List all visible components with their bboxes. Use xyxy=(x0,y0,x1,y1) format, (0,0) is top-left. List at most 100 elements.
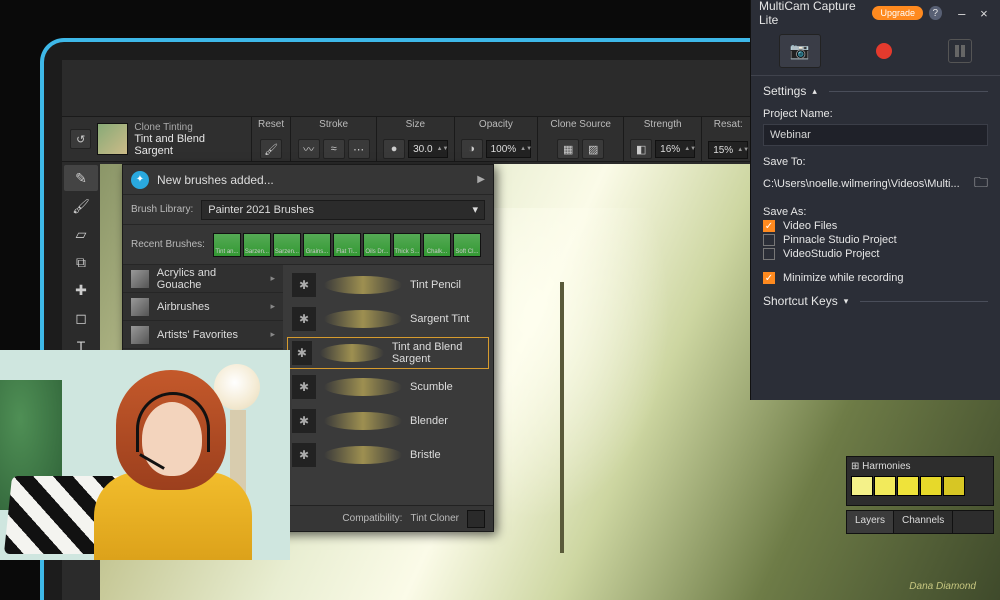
harmonies-title: ⊞ Harmonies xyxy=(851,461,911,472)
recent-brush-thumb[interactable]: Sarzen... xyxy=(243,233,271,257)
recent-brush-thumb[interactable]: Soft Cl... xyxy=(453,233,481,257)
triangle-down-icon: ▾ xyxy=(844,296,849,307)
stroke-style-1[interactable]: 〰 xyxy=(298,139,320,159)
brush-variant-list: ✱Tint Pencil✱Sargent Tint✱Tint and Blend… xyxy=(283,265,493,505)
layers-panel-tabs: Layers Channels xyxy=(846,510,994,534)
recent-brush-thumb[interactable]: Grains... xyxy=(303,233,331,257)
save-as-label: Save As: xyxy=(763,206,988,218)
clone-source-2[interactable]: ▨ xyxy=(582,139,604,159)
camera-settings-button[interactable]: 📷 xyxy=(779,34,821,68)
category-swatch xyxy=(131,298,149,316)
tool-shape[interactable]: ◻ xyxy=(64,305,98,331)
help-icon[interactable]: ? xyxy=(929,6,942,20)
tab-channels[interactable]: Channels xyxy=(894,511,953,533)
recent-brush-thumb[interactable]: Sarzen... xyxy=(273,233,301,257)
opacity-spinner[interactable]: 100%▲▼ xyxy=(486,140,532,158)
opacity-icon[interactable]: ◑ xyxy=(461,139,483,159)
tool-clone[interactable]: ⧉ xyxy=(64,249,98,275)
brush-variant-item[interactable]: ✱Tint and Blend Sargent xyxy=(287,337,489,369)
stroke-style-2[interactable]: ≈ xyxy=(323,139,345,159)
harmony-swatch[interactable] xyxy=(897,476,919,496)
tool-brush[interactable]: 🖌 xyxy=(64,193,98,219)
size-spinner[interactable]: 30.0▲▼ xyxy=(408,140,447,158)
brush-tip-icon: ✱ xyxy=(292,409,316,433)
brush-category-item[interactable]: Airbrushes▸ xyxy=(123,293,283,321)
recent-brushes-label: Recent Brushes: xyxy=(131,239,205,250)
stroke-style-3[interactable]: ⋯ xyxy=(348,139,370,159)
minimize-window-button[interactable]: – xyxy=(954,6,970,21)
shortcut-keys-header[interactable]: Shortcut Keys ▾ xyxy=(763,294,988,308)
settings-section-header[interactable]: Settings ▴ xyxy=(763,84,988,98)
minimize-checkbox[interactable]: ✓ Minimize while recording xyxy=(763,272,988,284)
reset-label: Reset xyxy=(258,119,284,130)
brush-variant-name: Sargent Tint xyxy=(410,313,469,325)
category-label: Airbrushes xyxy=(157,301,210,313)
artist-signature: Dana Diamond xyxy=(909,581,976,592)
harmony-swatch[interactable] xyxy=(920,476,942,496)
category-swatch xyxy=(131,326,149,344)
category-label: Acrylics and Gouache xyxy=(157,267,263,291)
save-as-option[interactable]: VideoStudio Project xyxy=(763,248,988,260)
new-brushes-banner[interactable]: ✦ New brushes added... ▶ xyxy=(123,165,493,195)
brush-library-select[interactable]: Painter 2021 Brushes ▾ xyxy=(201,200,485,220)
resat-spinner[interactable]: 15%▲▼ xyxy=(708,141,748,159)
brush-variant-item[interactable]: ✱ Bristle xyxy=(287,439,489,471)
close-window-button[interactable]: × xyxy=(976,6,992,21)
size-preview-icon[interactable]: ● xyxy=(383,139,405,159)
tool-eyedropper[interactable]: ✎ xyxy=(64,165,98,191)
save-as-option[interactable]: Pinnacle Studio Project xyxy=(763,234,988,246)
brush-history-icon[interactable]: ↺ xyxy=(70,129,91,149)
recent-brush-thumb[interactable]: Oils Dr... xyxy=(363,233,391,257)
harmony-swatch[interactable] xyxy=(851,476,873,496)
brush-variant-name: Bristle xyxy=(410,449,441,461)
strength-icon[interactable]: ◧ xyxy=(630,139,652,159)
brush-thumb xyxy=(97,123,128,155)
category-label: Artists' Favorites xyxy=(157,329,238,341)
clone-source-1[interactable]: ▦ xyxy=(557,139,579,159)
brush-category-item[interactable]: Acrylics and Gouache▸ xyxy=(123,265,283,293)
strength-spinner[interactable]: 16%▲▼ xyxy=(655,140,695,158)
brush-category-label: Clone Tinting xyxy=(134,122,243,133)
harmonies-panel[interactable]: ⊞ Harmonies xyxy=(846,456,994,506)
project-name-input[interactable]: Webinar xyxy=(763,124,988,146)
brush-variant-item[interactable]: ✱Scumble xyxy=(287,371,489,403)
opacity-label: Opacity xyxy=(479,119,513,130)
harmony-swatch[interactable] xyxy=(874,476,896,496)
multicam-titlebar: MultiCam Capture Lite Upgrade ? – × xyxy=(751,0,1000,26)
tool-eraser[interactable]: ▱ xyxy=(64,221,98,247)
recent-brush-thumb[interactable]: Tint an... xyxy=(213,233,241,257)
compatibility-value: Tint Cloner xyxy=(410,513,459,524)
brush-category-item[interactable]: Artists' Favorites▸ xyxy=(123,321,283,349)
reset-button[interactable]: 🖌 xyxy=(260,139,282,159)
recent-brush-thumb[interactable]: Chalk... xyxy=(423,233,451,257)
save-as-option-label: Video Files xyxy=(783,220,837,232)
brush-variant-item[interactable]: ✱Sargent Tint xyxy=(287,303,489,335)
folder-icon[interactable]: 🗀 xyxy=(974,172,988,196)
harmony-swatch[interactable] xyxy=(943,476,965,496)
recent-brush-thumb[interactable]: Flat Ti... xyxy=(333,233,361,257)
brush-selector[interactable]: ↺ Clone Tinting Tint and Blend Sargent xyxy=(62,117,252,161)
upgrade-button[interactable]: Upgrade xyxy=(872,6,923,20)
pause-button[interactable] xyxy=(948,39,972,63)
checkbox-on-icon: ✓ xyxy=(763,272,775,284)
brush-variant-item[interactable]: ✱Blender xyxy=(287,405,489,437)
tab-layers[interactable]: Layers xyxy=(847,511,894,533)
brush-tip-icon: ✱ xyxy=(292,341,312,365)
resat-label: Resat: xyxy=(714,119,743,130)
record-button[interactable] xyxy=(876,43,892,59)
triangle-up-icon: ▴ xyxy=(812,86,817,97)
compatibility-label: Compatibility: xyxy=(342,513,402,524)
brush-tip-icon: ✱ xyxy=(292,443,316,467)
brush-variant-item[interactable]: ✱Tint Pencil xyxy=(287,269,489,301)
recent-brush-thumb[interactable]: Thick S... xyxy=(393,233,421,257)
tool-fill[interactable]: ✚ xyxy=(64,277,98,303)
brush-stroke-preview xyxy=(324,446,402,464)
stroke-group: Stroke 〰 ≈ ⋯ xyxy=(291,117,377,161)
save-as-option[interactable]: ✓Video Files xyxy=(763,220,988,232)
save-as-option-label: Pinnacle Studio Project xyxy=(783,234,897,246)
settings-label: Settings xyxy=(763,84,806,98)
compatibility-icon[interactable] xyxy=(467,510,485,528)
shortcut-keys-label: Shortcut Keys xyxy=(763,294,838,308)
brush-stroke-preview xyxy=(324,276,402,294)
multicam-title: MultiCam Capture Lite xyxy=(759,0,866,27)
